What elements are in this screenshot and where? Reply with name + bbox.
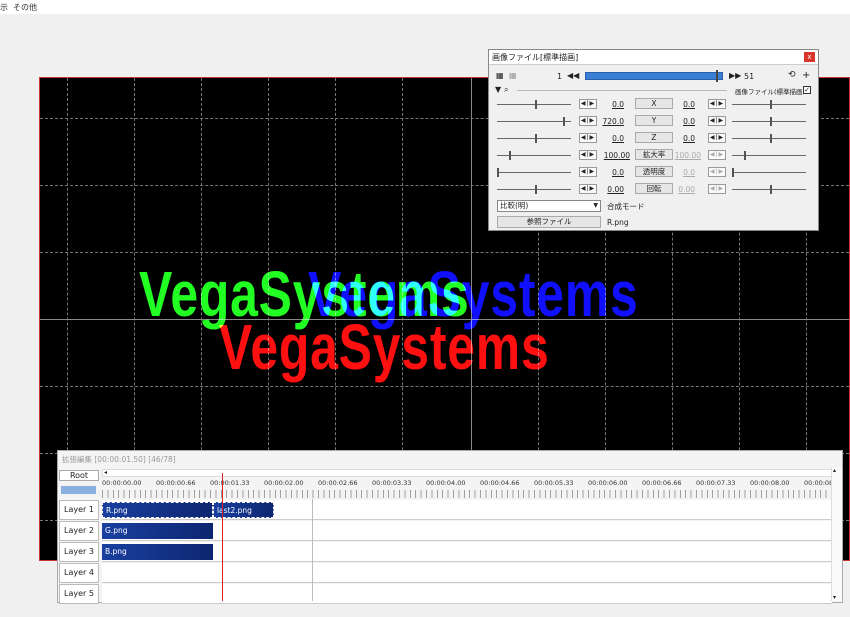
stepper-right[interactable]: ◀|▶ (708, 99, 726, 109)
layer-label[interactable]: Layer 1 (59, 500, 99, 520)
param-right-value: 0.0 (683, 168, 695, 177)
stepper-left[interactable]: ◀|▶ (579, 150, 597, 160)
dialog-titlebar[interactable]: 画像ファイル[標準描画] x (489, 50, 818, 65)
stepper-right: ◀|▶ (708, 167, 726, 177)
param-right-value[interactable]: 0.0 (661, 134, 695, 143)
layer-row[interactable] (102, 584, 832, 604)
timeline-clip[interactable]: B.png (102, 544, 213, 560)
ruler-label: 00:00:07.33 (696, 479, 736, 487)
reference-file-button[interactable]: 参照ファイル (497, 216, 601, 228)
chevron-down-icon: ▼ (593, 202, 598, 209)
stepper-right[interactable]: ◀|▶ (708, 133, 726, 143)
blend-mode-label: 合成モード (607, 202, 645, 211)
preview-text-red: VegaSystems (219, 311, 550, 383)
scroll-down-icon[interactable]: ▾ (833, 594, 836, 601)
param-left-value[interactable]: 0.0 (590, 134, 624, 143)
ruler-label: 00:00:02.66 (318, 479, 358, 487)
ruler-label: 00:00:00.66 (156, 479, 196, 487)
param-right-value: 0.00 (678, 185, 695, 194)
menu-item-other[interactable]: その他 (13, 2, 37, 13)
timeline-clip[interactable]: G.png (102, 523, 213, 539)
collapse-icon[interactable]: ▼ (495, 85, 501, 94)
menu-item-view[interactable]: 示 (0, 2, 8, 13)
param-right-value: 100.00 (674, 151, 701, 160)
mouse-icon: ⌕ (504, 85, 509, 94)
vertical-scrollbar[interactable]: ▴ ▾ (831, 467, 842, 601)
filter-label: 画像ファイル(標準描画) (735, 88, 806, 96)
param-left-value[interactable]: 720.0 (590, 117, 624, 126)
camera-icon[interactable]: ⟲ (788, 70, 796, 80)
param-left-value[interactable]: 0.0 (590, 100, 624, 109)
stepper-right: ◀|▶ (708, 184, 726, 194)
dialog-title: 画像ファイル[標準描画] (492, 53, 579, 62)
layer-label[interactable]: Layer 4 (59, 563, 99, 583)
layer-label[interactable]: Layer 3 (59, 542, 99, 562)
scroll-left-icon[interactable]: ◂ (104, 469, 107, 476)
param-left-value[interactable]: 100.00 (596, 151, 630, 160)
layer-row[interactable] (102, 563, 832, 583)
ruler-label: 00:00:04.66 (480, 479, 520, 487)
ruler-label: 00:00:03.33 (372, 479, 412, 487)
ruler-label: 00:00:01.33 (210, 479, 250, 487)
ruler-label: 00:00:02.00 (264, 479, 304, 487)
stepper-right[interactable]: ◀|▶ (708, 116, 726, 126)
frame-icon-2[interactable]: ▦ (509, 71, 517, 80)
layer-row[interactable]: G.png (102, 521, 832, 541)
root-button[interactable]: Root (59, 470, 99, 481)
layer-row[interactable]: B.png (102, 542, 832, 562)
ruler-label: 00:00:08.00 (750, 479, 790, 487)
close-icon[interactable]: x (804, 52, 815, 62)
layer-label[interactable]: Layer 5 (59, 584, 99, 604)
ruler-label: 00:00:08 (804, 479, 834, 487)
timeline-title: 拡張編集 [00:00:01.50] [46/78] (62, 455, 176, 464)
prev-keyframe-icon[interactable]: ◀◀ (567, 71, 579, 80)
playhead[interactable] (222, 473, 223, 601)
ruler-label: 00:00:06.00 (588, 479, 628, 487)
frame-end: 51 (744, 72, 755, 81)
ruler-label: 00:00:04.00 (426, 479, 466, 487)
frame-slider[interactable] (585, 70, 723, 82)
filter-enable-checkbox[interactable]: ✓ (803, 86, 811, 94)
blend-mode-value: 比較(明) (500, 201, 529, 210)
menu-bar: 示 その他 (0, 0, 850, 14)
time-ruler[interactable]: 00:00:00.00 00:00:00.66 00:00:01.33 00:00:0… (102, 477, 834, 499)
timeline-window: 拡張編集 [00:00:01.50] [46/78] Root ◂ 00:00:… (57, 450, 843, 604)
file-name: R.png (607, 218, 629, 227)
timeline-clip[interactable]: R.png (102, 502, 213, 518)
horizontal-scrollbar[interactable]: ◂ (102, 469, 832, 477)
param-left-value[interactable]: 0.00 (590, 185, 624, 194)
ruler-label: 00:00:05.33 (534, 479, 574, 487)
param-left-value[interactable]: 0.0 (590, 168, 624, 177)
blend-mode-select[interactable]: 比較(明) ▼ (497, 200, 601, 212)
add-filter-icon[interactable]: + (802, 70, 810, 81)
layer-row[interactable]: R.png last2.png (102, 500, 832, 520)
param-right-value[interactable]: 0.0 (661, 100, 695, 109)
param-right-value[interactable]: 0.0 (661, 117, 695, 126)
stepper-right: ◀|▶ (708, 150, 726, 160)
scroll-up-icon[interactable]: ▴ (833, 467, 836, 474)
ruler-label: 00:00:00.00 (102, 479, 142, 487)
frame-icon[interactable]: ▦ (496, 71, 504, 80)
image-file-dialog: 画像ファイル[標準描画] x ▦ ▦ 1 ◀◀ ▶▶ 51 ⟲ + ▼ ⌕ 画像… (488, 49, 819, 231)
ruler-label: 00:00:06.66 (642, 479, 682, 487)
layer-label[interactable]: Layer 2 (59, 521, 99, 541)
next-keyframe-icon[interactable]: ▶▶ (729, 71, 741, 80)
zoom-bar[interactable] (61, 486, 96, 494)
frame-start: 1 (557, 72, 563, 81)
